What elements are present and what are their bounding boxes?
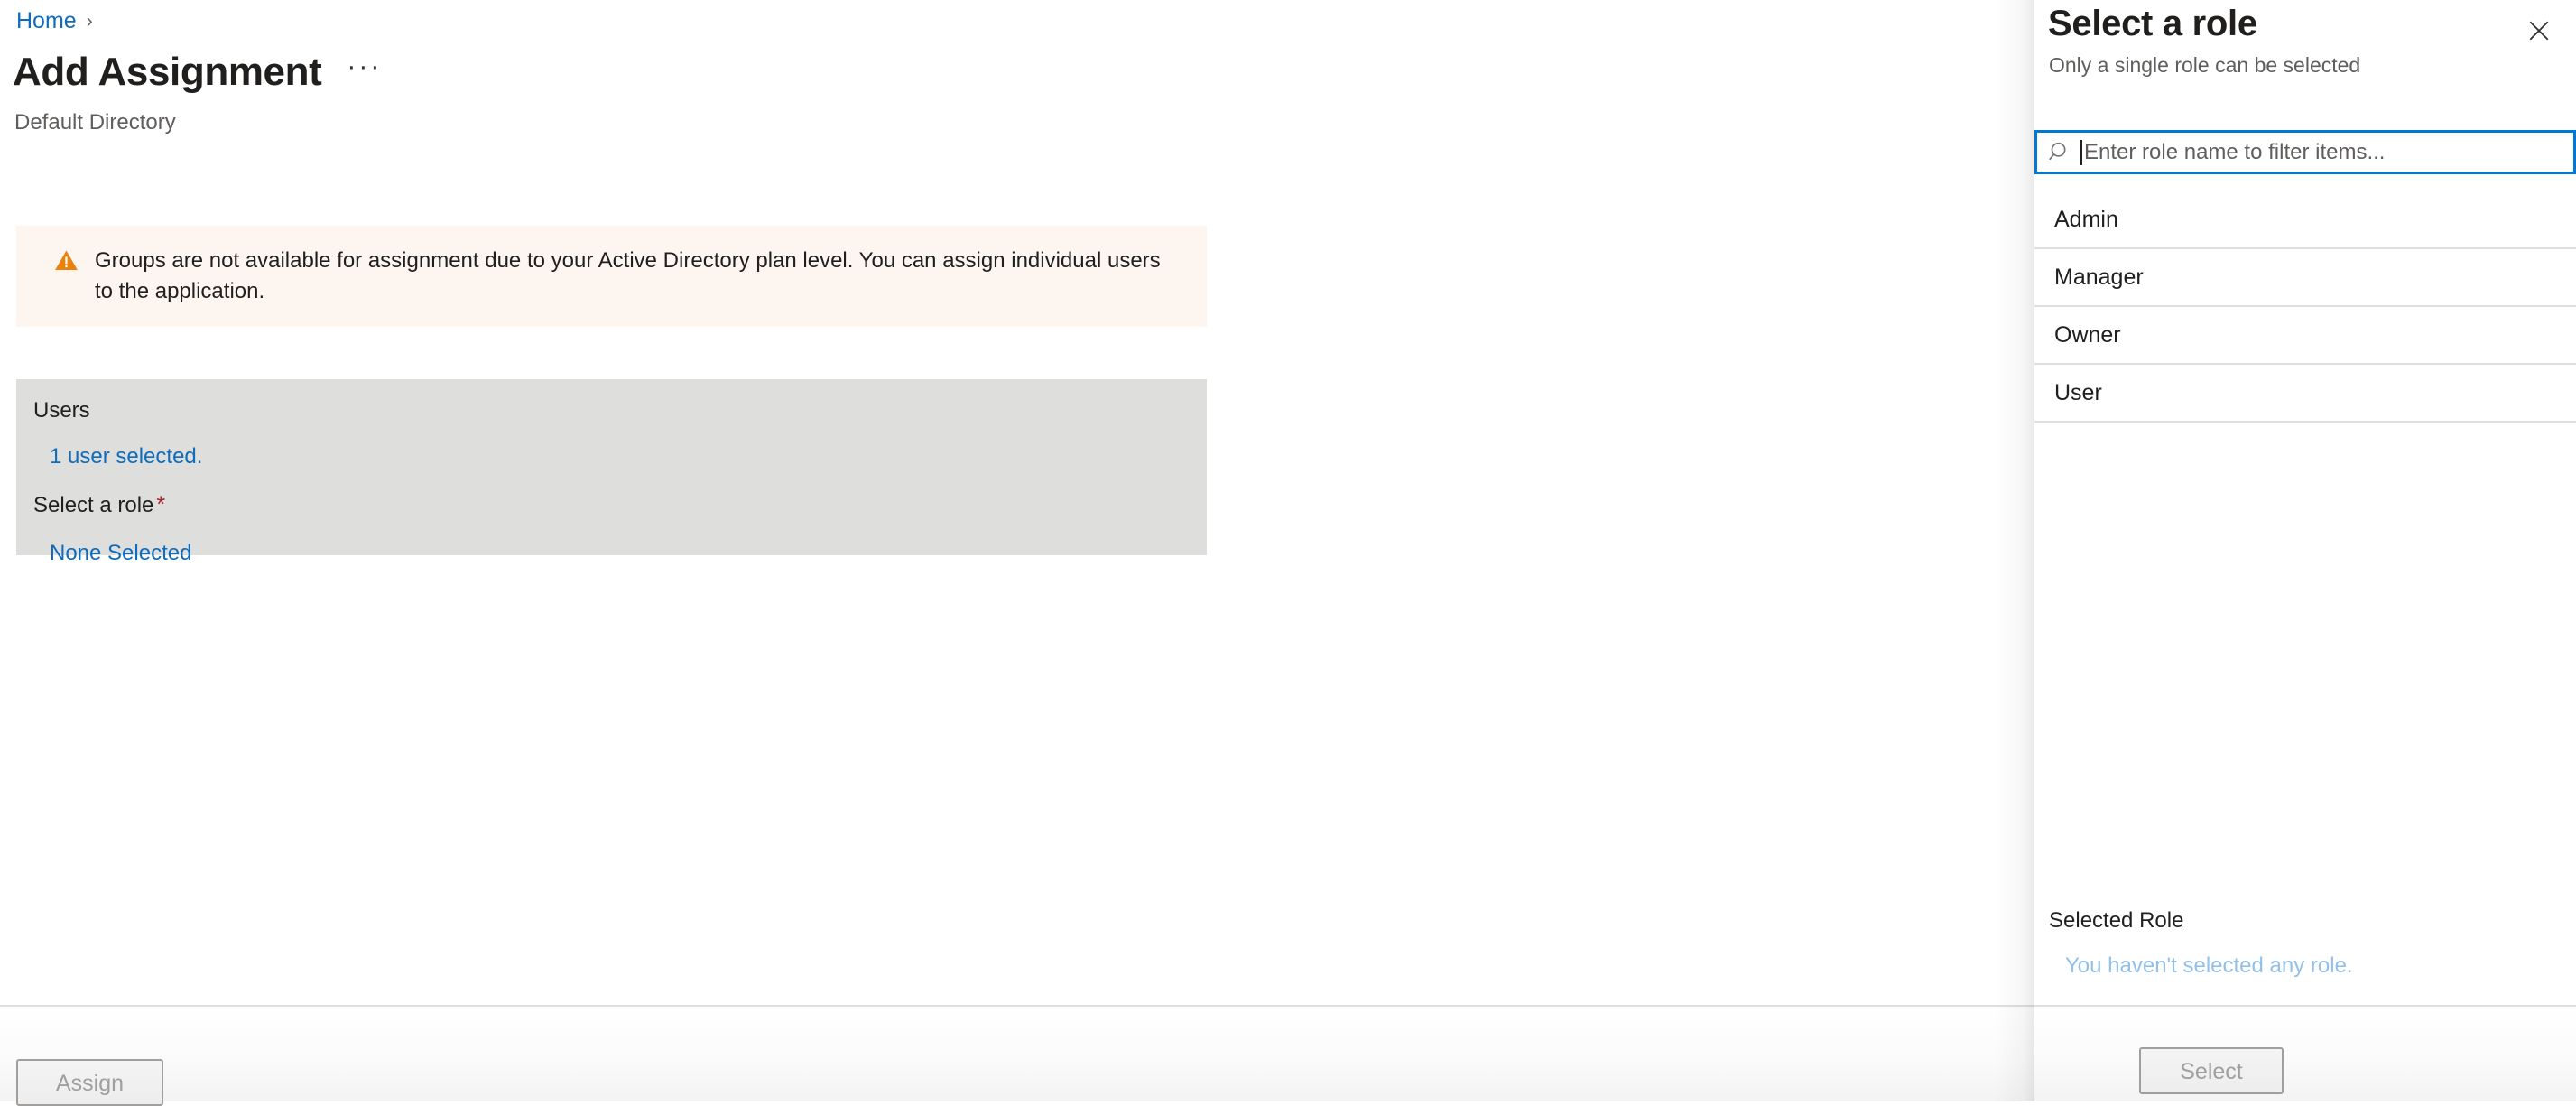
selected-role-section: Selected Role You haven't selected any r…: [2034, 895, 2576, 1005]
users-field-label: Users: [33, 398, 90, 423]
add-assignment-blade: Home › Add Assignment ··· Default Direct…: [0, 0, 2034, 1106]
role-selected-link[interactable]: None Selected: [16, 540, 191, 567]
role-list: Admin Manager Owner User: [2034, 191, 2576, 423]
breadcrumb-home-link[interactable]: Home: [16, 7, 77, 34]
role-list-item[interactable]: Admin: [2034, 191, 2576, 249]
warning-banner: Groups are not available for assignment …: [16, 226, 1207, 328]
warning-message: Groups are not available for assignment …: [95, 248, 1161, 304]
page-title-row: Add Assignment ···: [13, 50, 387, 96]
close-icon[interactable]: [2520, 12, 2558, 50]
role-field-label: Select a role *: [16, 491, 1207, 519]
selected-role-label: Selected Role: [2049, 908, 2184, 933]
role-list-item-label: User: [2054, 379, 2102, 405]
users-selected-link[interactable]: 1 user selected.: [16, 443, 202, 470]
chevron-right-icon: ›: [86, 10, 93, 32]
pane-footer: Select: [2034, 1005, 2576, 1101]
role-list-item[interactable]: Manager: [2034, 249, 2576, 307]
breadcrumb: Home ›: [16, 7, 93, 34]
role-search-box[interactable]: [2034, 130, 2576, 174]
role-list-item-label: Owner: [2054, 321, 2121, 348]
pane-title: Select a role: [2048, 4, 2257, 43]
search-icon: [2048, 140, 2072, 164]
page-title: Add Assignment: [13, 50, 322, 94]
select-button[interactable]: Select: [2139, 1047, 2284, 1094]
role-field-label-text: Select a role: [33, 493, 154, 517]
selected-role-empty-message: You haven't selected any role.: [2065, 953, 2353, 978]
pane-subtitle: Only a single role can be selected: [2049, 53, 2361, 77]
warning-triangle-icon: [54, 248, 79, 273]
role-list-item[interactable]: User: [2034, 365, 2576, 423]
pane-header: Select a role Only a single role can be …: [2034, 0, 2576, 116]
assign-button[interactable]: Assign: [16, 1059, 163, 1106]
role-search-input[interactable]: [2082, 134, 2573, 171]
assignment-form-section: Users 1 user selected. Select a role * No…: [16, 379, 1207, 565]
page-subtitle: Default Directory: [14, 110, 176, 135]
role-list-item[interactable]: Owner: [2034, 307, 2576, 365]
role-list-item-label: Admin: [2054, 206, 2118, 232]
required-marker: *: [156, 492, 166, 517]
blade-footer: Assign: [0, 1005, 2034, 1106]
role-list-item-label: Manager: [2054, 264, 2144, 290]
more-options-icon[interactable]: ···: [341, 51, 387, 93]
select-role-pane: Select a role Only a single role can be …: [1995, 0, 2576, 1101]
